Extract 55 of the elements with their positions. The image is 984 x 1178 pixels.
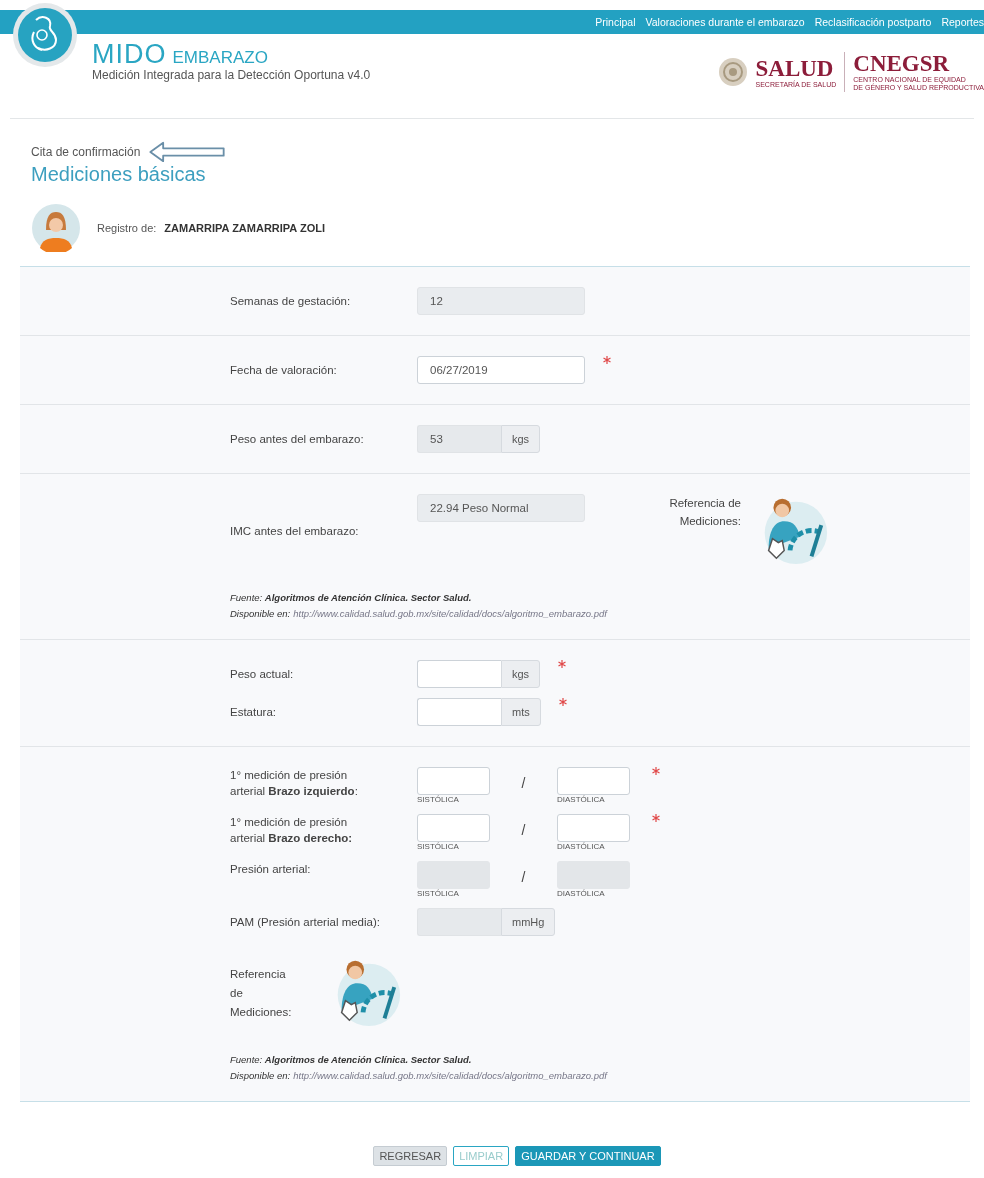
nav-link[interactable]: Valoraciones durante el embarazo [645,16,805,28]
input-caption: DIASTÓLICA [557,889,606,898]
field-label: 1° medición de presión arterial Brazo izquierdo: [230,768,359,799]
input-caption: DIASTÓLICA [557,842,606,851]
avatar-icon [32,204,80,252]
input-field[interactable] [417,698,501,726]
input-caption: DIASTÓLICA [557,795,606,804]
brand-subtitle: Medición Integrada para la Detección Oportuna v4.0 [92,68,371,82]
seal-icon [717,57,748,87]
separator: / [520,869,527,885]
available-label: Disponible en: [230,1070,291,1081]
unit-label: kgs [501,660,541,688]
nav-link[interactable]: Reportes [941,16,984,28]
nav-link[interactable]: Principal [595,16,636,28]
source-note: Fuente: Algoritmos de Atención Clínica. Sector Salud. [230,592,473,603]
input-caption: SISTÓLICA [417,795,460,804]
separator: / [520,822,527,838]
source-link[interactable]: http://www.calidad.salud.gob.mx/site/calidad/docs/algoritmo_embarazo.pdf [293,1070,607,1081]
reference-label: Referencia de Mediciones: [668,496,741,529]
field-label: Semanas de gestación: [230,295,352,307]
field-label: Estatura: [230,706,278,718]
brand-name: MIDO [92,40,167,68]
source-link[interactable]: http://www.calidad.salud.gob.mx/site/calidad/docs/algoritmo_embarazo.pdf [293,608,607,619]
brand-product: EMBARAZO [172,48,268,68]
field-label: 1° medición de presión arterial Brazo derecho: [230,815,354,846]
input-field[interactable]: 06/27/2019 [417,356,585,384]
field-label: Peso antes del embarazo: [230,433,365,445]
field-label: Fecha de valoración: [230,364,338,376]
back-button[interactable]: REGRESAR [373,1146,448,1166]
field-label: Peso actual: [230,668,295,680]
input-caption: SISTÓLICA [417,842,460,851]
field-label: PAM (Presión arterial media): [230,916,381,928]
save-button[interactable]: GUARDAR Y CONTINUAR [515,1146,661,1166]
partner-logo-text: SALUD [755,56,835,81]
patient-label: Registro de: [97,222,157,234]
page-title: Mediciones básicas [31,163,207,186]
input-caption: SISTÓLICA [417,889,460,898]
patient-name: ZAMARRIPA ZAMARRIPA ZOLI [164,222,325,234]
diastolic-input-field[interactable] [557,767,630,795]
partner-logo-text: CNEGSR [853,52,951,76]
reference-label: Referencia de Mediciones: [230,966,290,1020]
diastolic-input-field[interactable] [557,814,630,842]
source-note: Fuente: Algoritmos de Atención Clínica. Sector Salud. [230,1054,473,1065]
separator: / [520,775,527,791]
field-label: Presión arterial: [230,862,312,877]
breadcrumb: Cita de confirmación [31,145,141,159]
unit-label: mts [501,698,541,726]
systolic-input-field[interactable] [417,767,490,795]
input-field[interactable] [417,660,501,688]
systolic-input-field[interactable] [417,814,490,842]
field-label: IMC antes del embarazo: [230,525,360,537]
unit-label: kgs [501,425,541,453]
available-label: Disponible en: [230,608,291,619]
nav-link[interactable]: Reclasificación postparto [814,16,932,28]
unit-label: mmHg [501,908,556,936]
